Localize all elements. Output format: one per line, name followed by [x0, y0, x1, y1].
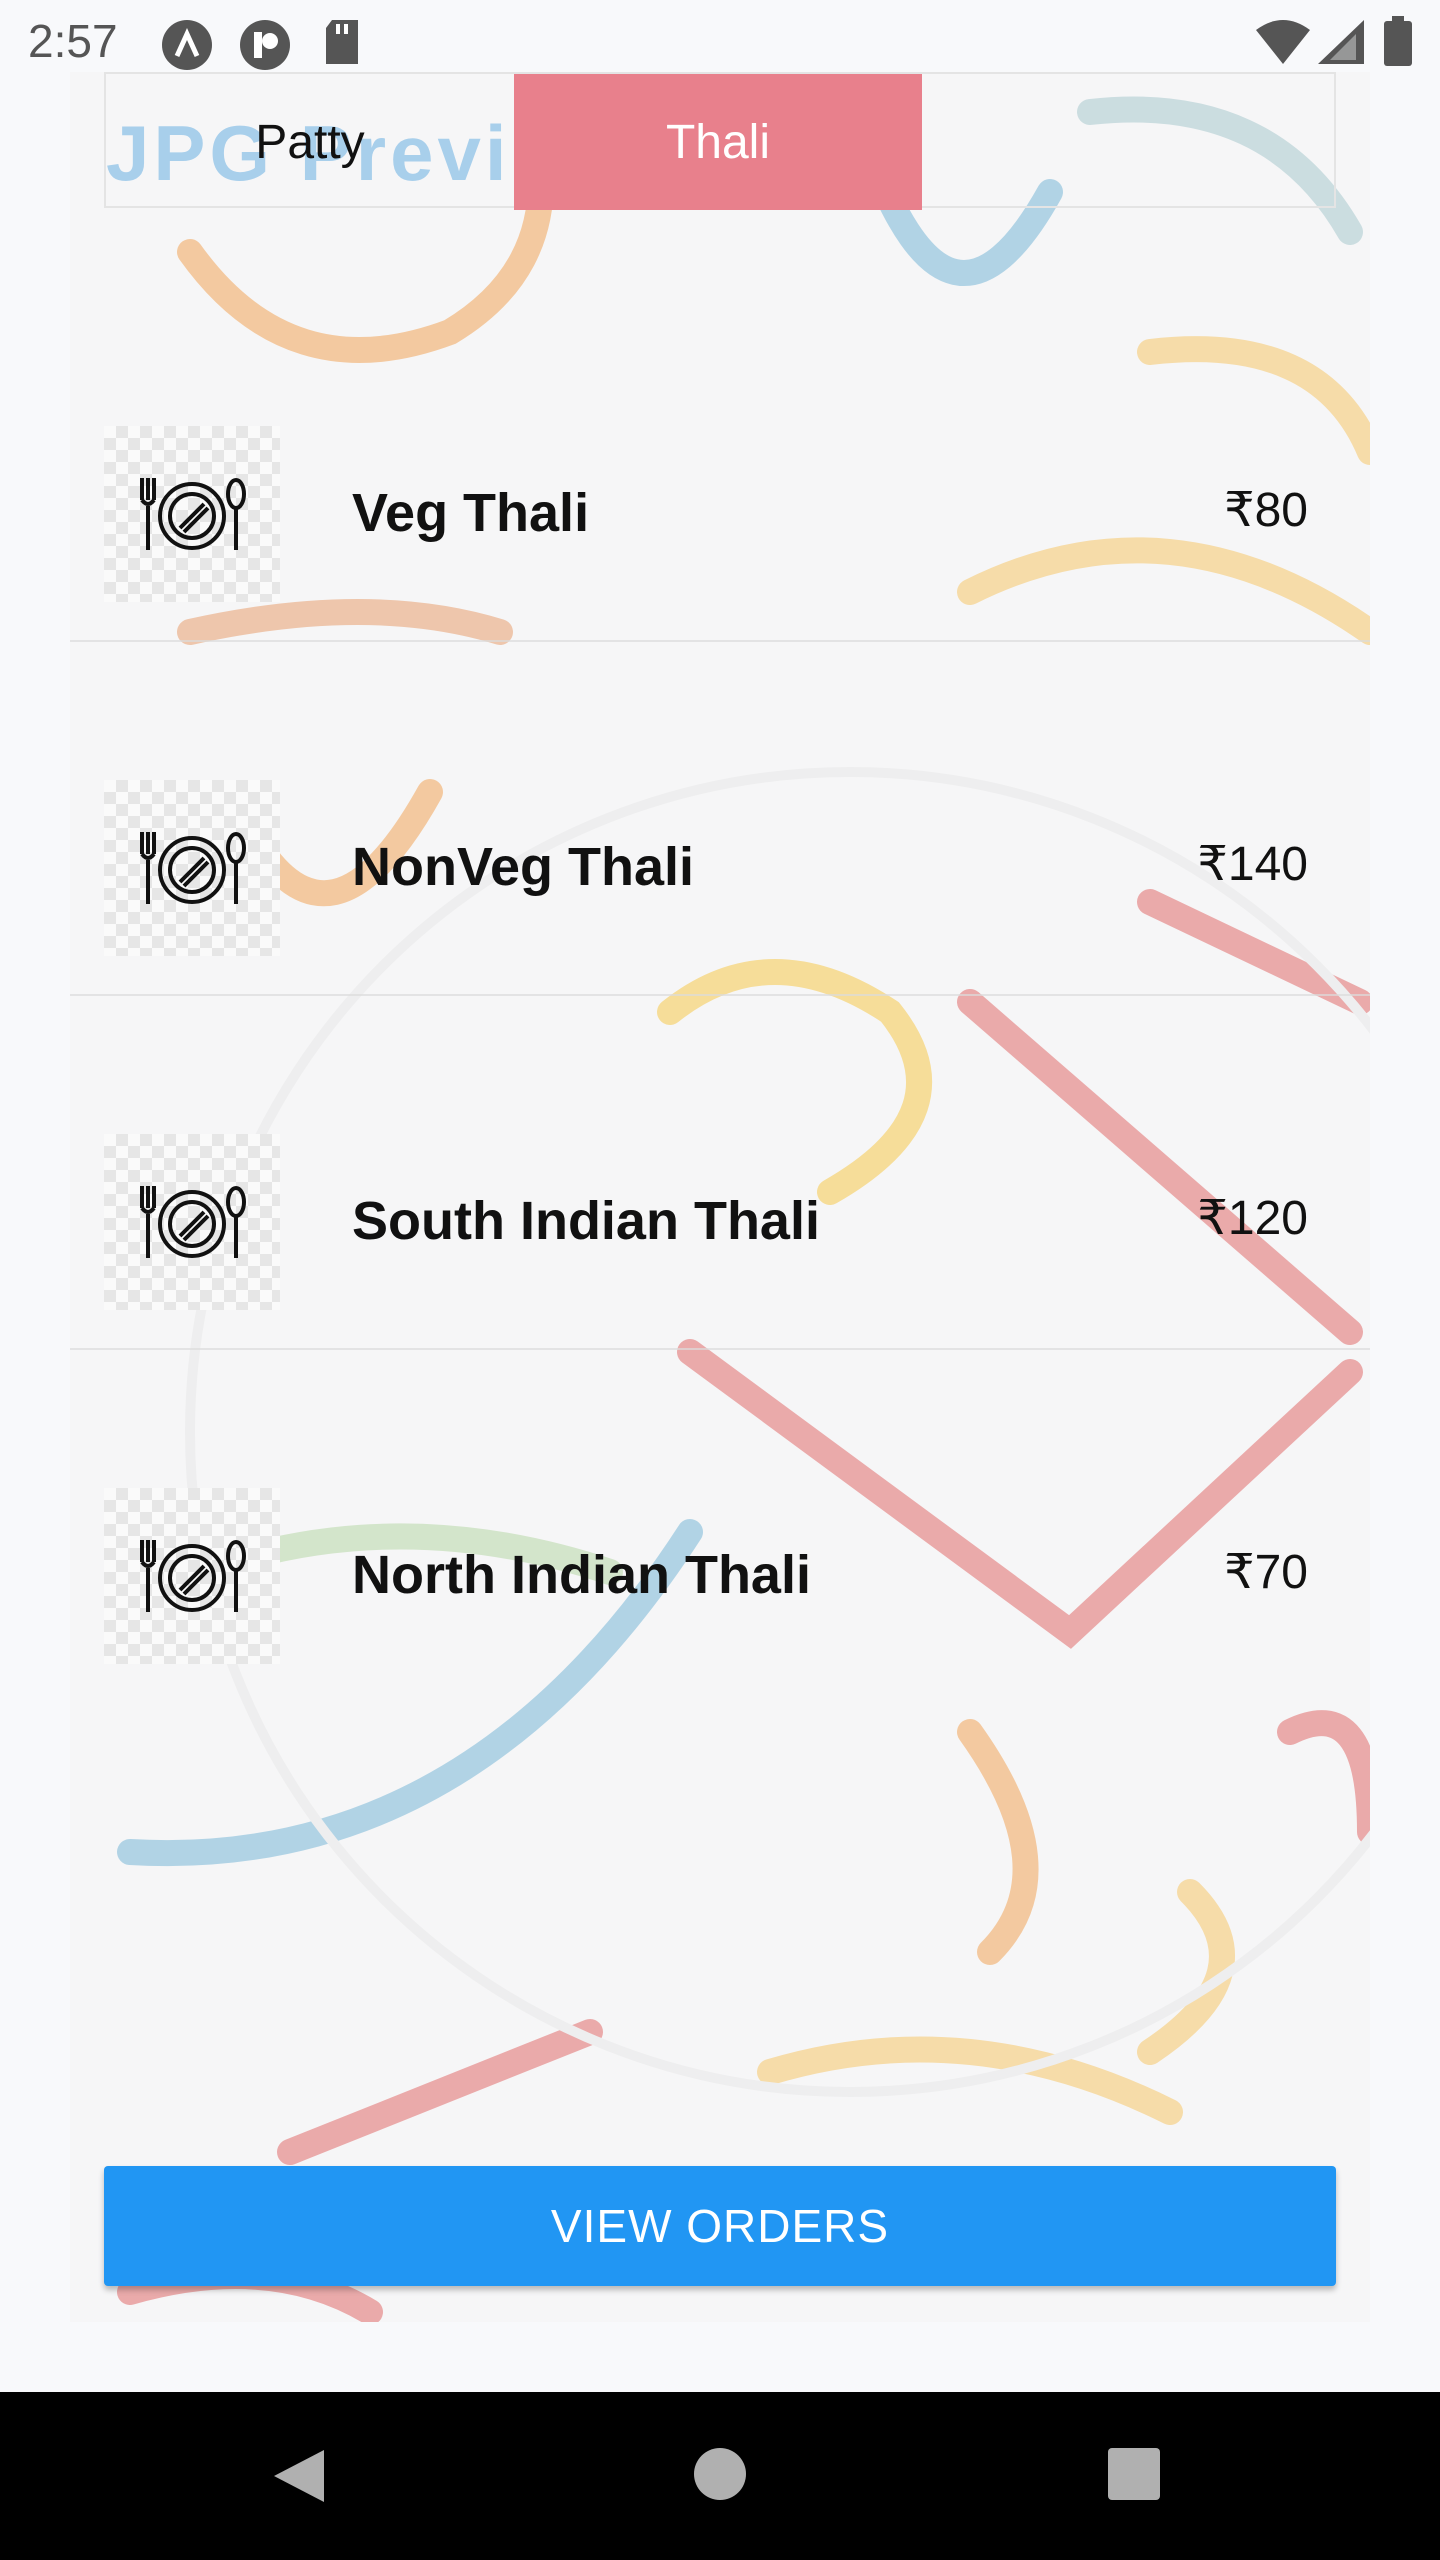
back-icon[interactable]	[272, 2448, 326, 2509]
sd-card-icon	[322, 18, 362, 71]
plate-cutlery-icon	[140, 1540, 246, 1612]
tab-patty[interactable]: Patty	[106, 74, 514, 210]
item-thumbnail	[104, 1488, 280, 1664]
menu-item-north-indian-thali[interactable]: North Indian Thali ₹70	[70, 1348, 1370, 1702]
p-app-icon	[238, 18, 292, 77]
item-name: South Indian Thali	[352, 1191, 820, 1251]
tab-thali[interactable]: Thali	[514, 74, 922, 210]
item-price: ₹80	[1224, 484, 1308, 537]
wifi-icon	[1256, 20, 1310, 69]
recents-icon[interactable]	[1108, 2448, 1160, 2500]
a-app-icon	[160, 18, 214, 77]
view-orders-button[interactable]: VIEW ORDERS	[104, 2166, 1336, 2286]
plate-cutlery-icon	[140, 1186, 246, 1258]
view-orders-label: VIEW ORDERS	[550, 2200, 890, 2252]
signal-icon	[1318, 20, 1364, 69]
item-name: North Indian Thali	[352, 1545, 811, 1605]
plate-cutlery-icon	[140, 478, 246, 550]
menu-item-nonveg-thali[interactable]: NonVeg Thali ₹140	[70, 640, 1370, 996]
item-price: ₹140	[1197, 838, 1308, 891]
menu-item-veg-thali[interactable]: Veg Thali ₹80	[70, 286, 1370, 642]
battery-icon	[1384, 16, 1412, 71]
menu-item-south-indian-thali[interactable]: South Indian Thali ₹120	[70, 994, 1370, 1350]
item-name: NonVeg Thali	[352, 837, 695, 897]
item-thumbnail	[104, 426, 280, 602]
home-icon[interactable]	[694, 2448, 746, 2500]
category-tabs: JPG Previ Patty Thali	[104, 72, 1336, 210]
item-name: Veg Thali	[352, 483, 590, 543]
tab-patty-label: Patty	[255, 115, 365, 169]
status-time: 2:57	[28, 15, 118, 67]
status-bar: 2:57	[0, 0, 1440, 72]
menu-card: JPG Previ Patty Thali Veg Thali ₹80 NonV…	[70, 72, 1370, 2322]
plate-cutlery-icon	[140, 832, 246, 904]
item-price: ₹70	[1224, 1546, 1308, 1599]
item-thumbnail	[104, 780, 280, 956]
item-price: ₹120	[1197, 1192, 1308, 1245]
item-thumbnail	[104, 1134, 280, 1310]
tab-thali-label: Thali	[665, 115, 771, 169]
system-nav-bar	[0, 2392, 1440, 2560]
